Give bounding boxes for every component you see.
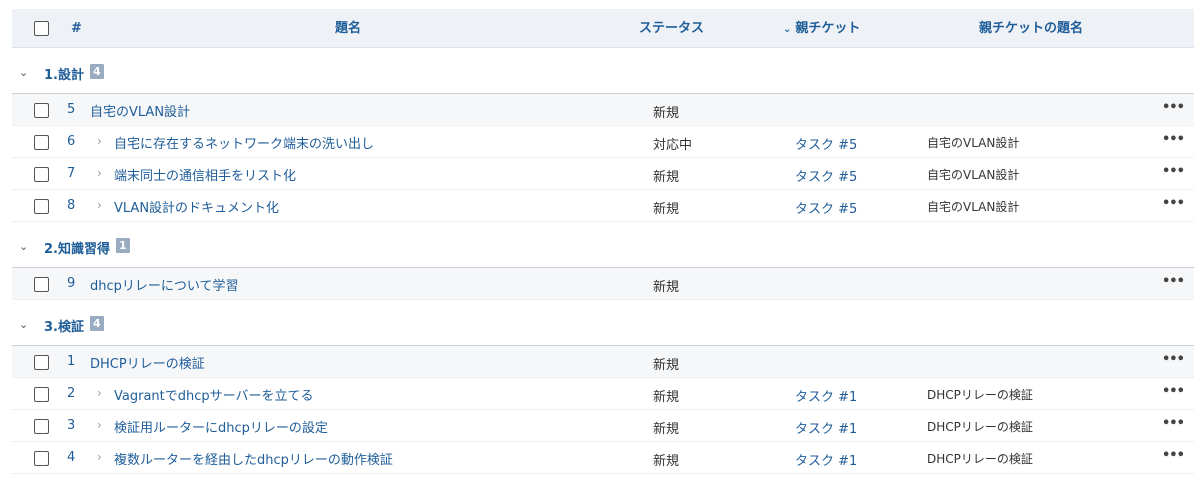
issue-subject-link[interactable]: 端末同士の通信相手をリスト化: [114, 165, 296, 184]
issue-status: 新規: [653, 358, 680, 373]
more-icon[interactable]: •••: [1162, 274, 1185, 289]
issue-subject-link[interactable]: 複数ルーターを経由したdhcpリレーの動作検証: [114, 449, 393, 468]
chevron-right-icon: ›: [97, 418, 102, 432]
sort-chevron-down-icon: ⌄: [783, 24, 792, 35]
issue-status: 新規: [653, 454, 680, 469]
issue-status: 対応中: [653, 138, 693, 153]
issue-id-link[interactable]: 9: [67, 276, 75, 291]
group-name: 1.設計: [44, 68, 84, 83]
chevron-down-icon[interactable]: ⌄: [19, 318, 28, 331]
issue-subject-link[interactable]: 検証用ルーターにdhcpリレーの設定: [114, 417, 328, 436]
row-checkbox[interactable]: [34, 451, 49, 466]
issue-subject-link[interactable]: dhcpリレーについて学習: [90, 275, 239, 294]
row-checkbox[interactable]: [34, 277, 49, 292]
parent-issue-subject: DHCPリレーの検証: [927, 388, 1033, 402]
more-icon[interactable]: •••: [1162, 100, 1185, 115]
chevron-right-icon: ›: [97, 198, 102, 212]
parent-issue-link[interactable]: タスク #1: [795, 418, 857, 437]
chevron-down-icon[interactable]: ⌄: [19, 66, 28, 79]
issue-row[interactable]: 5 自宅のVLAN設計 新規 •••: [12, 94, 1194, 126]
issue-id-link[interactable]: 3: [67, 418, 75, 433]
issue-row[interactable]: 3 › 検証用ルーターにdhcpリレーの設定 新規 タスク #1 DHCPリレーの検証 ••…: [12, 410, 1194, 442]
more-icon[interactable]: •••: [1162, 196, 1185, 211]
group-header[interactable]: ⌄ 1.設計 4: [12, 48, 1194, 94]
issue-id-link[interactable]: 4: [67, 450, 75, 465]
column-header-parent-label: 親チケット: [795, 21, 861, 36]
issue-status: 新規: [653, 170, 680, 185]
issue-id-link[interactable]: 7: [67, 166, 75, 181]
row-checkbox[interactable]: [34, 199, 49, 214]
more-icon[interactable]: •••: [1162, 164, 1185, 179]
column-header-status[interactable]: ステータス: [639, 9, 704, 48]
issue-id-link[interactable]: 8: [67, 198, 75, 213]
parent-issue-link[interactable]: タスク #1: [795, 386, 857, 405]
row-checkbox[interactable]: [34, 135, 49, 150]
issue-row[interactable]: 4 › 複数ルーターを経由したdhcpリレーの動作検証 新規 タスク #1 DHCPリレー…: [12, 442, 1194, 474]
group-header[interactable]: ⌄ 3.検証 4: [12, 300, 1194, 346]
parent-issue-subject: 自宅のVLAN設計: [927, 200, 1020, 214]
group-list: ⌄ 1.設計 4 5 自宅のVLAN設計 新規 ••• 6 › 自宅に存在するネットワーク端末の洗…: [12, 48, 1194, 474]
group-count-badge: 4: [90, 64, 104, 79]
issue-status: 新規: [653, 106, 680, 121]
column-header-parent-subject[interactable]: 親チケットの題名: [979, 9, 1083, 48]
issue-status: 新規: [653, 202, 680, 217]
issue-list: # 題名 ステータス ⌄ 親チケット 親チケットの題名 ⌄ 1.設計 4 5 自宅のVLA…: [12, 9, 1194, 474]
parent-issue-subject: 自宅のVLAN設計: [927, 136, 1020, 150]
chevron-right-icon: ›: [97, 134, 102, 148]
issue-id-link[interactable]: 6: [67, 134, 75, 149]
select-all-checkbox[interactable]: [34, 21, 49, 36]
issue-status: 新規: [653, 390, 680, 405]
parent-issue-subject: 自宅のVLAN設計: [927, 168, 1020, 182]
parent-issue-link[interactable]: タスク #1: [795, 450, 857, 469]
parent-issue-subject: DHCPリレーの検証: [927, 452, 1033, 466]
more-icon[interactable]: •••: [1162, 132, 1185, 147]
row-checkbox[interactable]: [34, 387, 49, 402]
group-name: 3.検証: [44, 320, 84, 335]
parent-issue-link[interactable]: タスク #5: [795, 166, 857, 185]
column-header-number[interactable]: #: [71, 9, 82, 48]
row-checkbox[interactable]: [34, 419, 49, 434]
column-header-parent[interactable]: ⌄ 親チケット: [783, 9, 860, 48]
parent-issue-link[interactable]: タスク #5: [795, 198, 857, 217]
issue-id-link[interactable]: 1: [67, 354, 75, 369]
issue-row[interactable]: 1 DHCPリレーの検証 新規 •••: [12, 346, 1194, 378]
issue-subject-link[interactable]: Vagrantでdhcpサーバーを立てる: [114, 385, 314, 404]
row-checkbox[interactable]: [34, 355, 49, 370]
table-header: # 題名 ステータス ⌄ 親チケット 親チケットの題名: [12, 9, 1194, 48]
issue-row[interactable]: 6 › 自宅に存在するネットワーク端末の洗い出し 対応中 タスク #5 自宅のVLAN設計…: [12, 126, 1194, 158]
group-header[interactable]: ⌄ 2.知識習得 1: [12, 222, 1194, 268]
issue-status: 新規: [653, 280, 680, 295]
issue-id-link[interactable]: 2: [67, 386, 75, 401]
issue-row[interactable]: 9 dhcpリレーについて学習 新規 •••: [12, 268, 1194, 300]
more-icon[interactable]: •••: [1162, 352, 1185, 367]
issue-subject-link[interactable]: VLAN設計のドキュメント化: [114, 197, 279, 216]
issue-row[interactable]: 2 › Vagrantでdhcpサーバーを立てる 新規 タスク #1 DHCPリレーの検証…: [12, 378, 1194, 410]
issue-row[interactable]: 8 › VLAN設計のドキュメント化 新規 タスク #5 自宅のVLAN設計 •••: [12, 190, 1194, 222]
group-name: 2.知識習得: [44, 242, 110, 257]
row-checkbox[interactable]: [34, 103, 49, 118]
chevron-right-icon: ›: [97, 166, 102, 180]
more-icon[interactable]: •••: [1162, 448, 1185, 463]
column-header-subject[interactable]: 題名: [335, 9, 361, 48]
issue-id-link[interactable]: 5: [67, 102, 75, 117]
issue-status: 新規: [653, 422, 680, 437]
row-checkbox[interactable]: [34, 167, 49, 182]
parent-issue-link[interactable]: タスク #5: [795, 134, 857, 153]
group-count-badge: 1: [116, 238, 130, 253]
parent-issue-subject: DHCPリレーの検証: [927, 420, 1033, 434]
group-count-badge: 4: [90, 316, 104, 331]
more-icon[interactable]: •••: [1162, 384, 1185, 399]
chevron-right-icon: ›: [97, 450, 102, 464]
more-icon[interactable]: •••: [1162, 416, 1185, 431]
issue-subject-link[interactable]: 自宅に存在するネットワーク端末の洗い出し: [114, 133, 374, 152]
issue-subject-link[interactable]: 自宅のVLAN設計: [90, 101, 190, 120]
issue-subject-link[interactable]: DHCPリレーの検証: [90, 353, 205, 372]
chevron-down-icon[interactable]: ⌄: [19, 240, 28, 253]
issue-row[interactable]: 7 › 端末同士の通信相手をリスト化 新規 タスク #5 自宅のVLAN設計 •••: [12, 158, 1194, 190]
chevron-right-icon: ›: [97, 386, 102, 400]
